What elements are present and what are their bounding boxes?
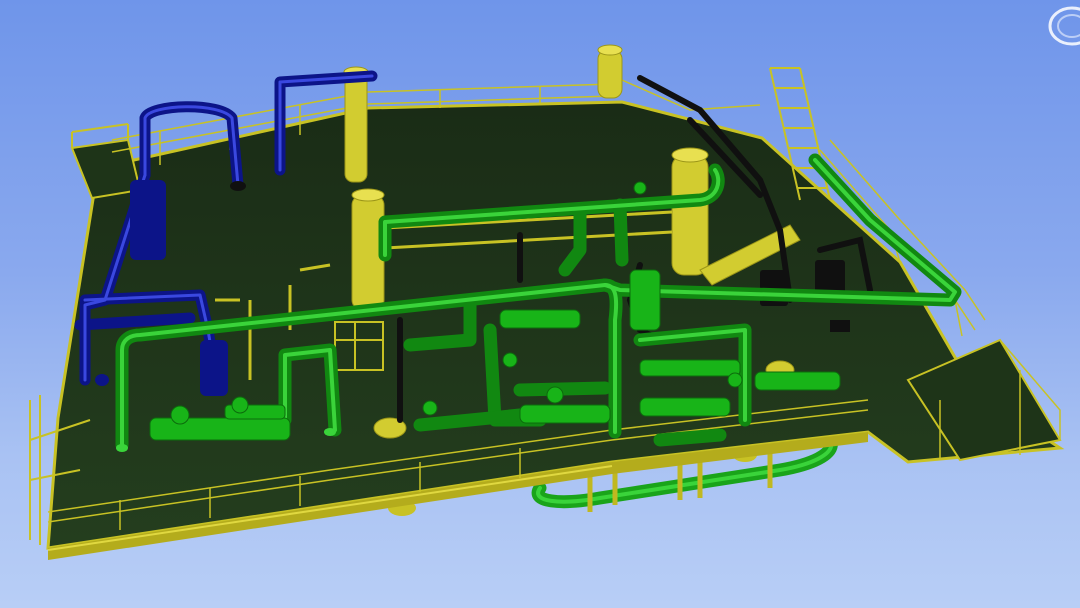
3d-model-viewport[interactable] (0, 0, 1080, 608)
plant-model-scene[interactable] (0, 0, 1080, 608)
green-vessel-end (324, 428, 336, 436)
orbit-ring-icon (1048, 6, 1080, 46)
green-vessel-end-2 (116, 444, 128, 452)
view-orbit-control[interactable] (1040, 0, 1080, 60)
